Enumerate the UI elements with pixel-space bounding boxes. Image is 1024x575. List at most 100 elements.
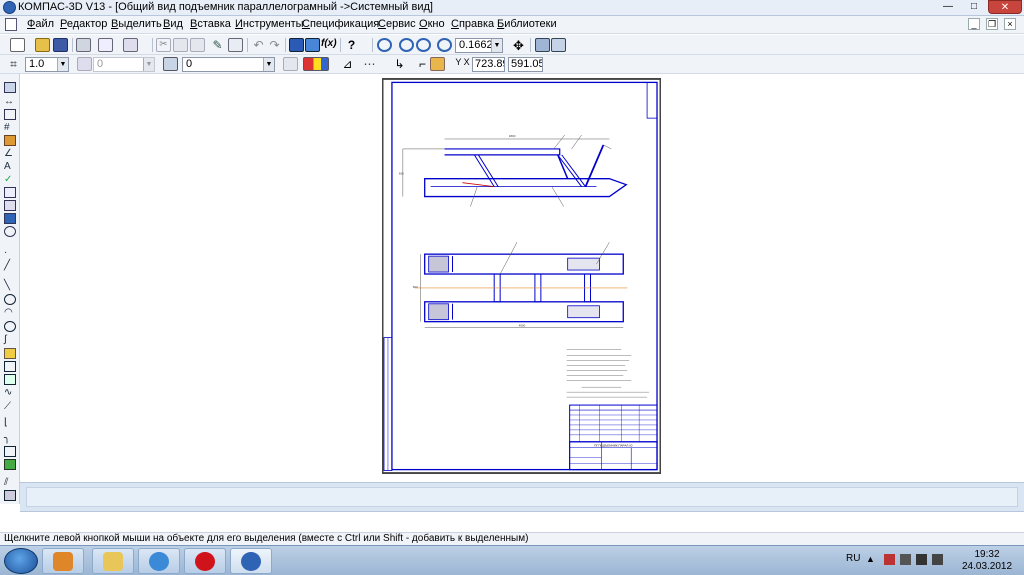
auxiliary-line-icon[interactable]: ╱	[4, 260, 16, 271]
geometry-panel-icon[interactable]	[4, 82, 16, 93]
clock[interactable]: 19:32 24.03.2012	[962, 549, 1012, 573]
kompas-app-icon[interactable]	[3, 1, 16, 14]
local-cs-icon[interactable]: ↳	[392, 57, 407, 71]
point-icon[interactable]: ·	[4, 247, 16, 258]
xy-icon[interactable]: Y X	[455, 57, 470, 71]
menu-tools[interactable]: Инструменты	[235, 18, 304, 30]
zoom-combo[interactable]: 0.1662 ▼	[455, 38, 503, 53]
chamfer-icon[interactable]: ⌊	[4, 417, 16, 428]
show-all-icon[interactable]	[535, 38, 550, 52]
coord-x-field[interactable]: 723.89	[472, 57, 505, 72]
hatch-lines-icon[interactable]: ⫽	[4, 477, 16, 488]
associative-view-icon[interactable]	[4, 187, 16, 198]
segment-icon[interactable]: ╲	[4, 280, 16, 291]
menu-editor[interactable]: Редактор	[60, 18, 107, 30]
doc-minimize-button[interactable]: _	[968, 18, 980, 30]
taskbar-opera[interactable]	[184, 548, 226, 574]
chevron-down-icon[interactable]: ▼	[57, 58, 68, 71]
grid-icon[interactable]: ⋯	[362, 57, 377, 71]
menu-file[interactable]: Файл	[27, 18, 54, 30]
open-folder-icon[interactable]	[35, 38, 50, 52]
menu-select[interactable]: Выделить	[111, 18, 162, 30]
copy-icon[interactable]	[173, 38, 188, 52]
layers-icon[interactable]	[228, 38, 243, 52]
start-button[interactable]	[4, 548, 38, 574]
chevron-down-icon[interactable]: ▼	[263, 58, 274, 71]
coord-y-field[interactable]: 591.05	[508, 57, 543, 72]
paste-icon[interactable]	[190, 38, 205, 52]
fillet-icon[interactable]: ╮	[4, 433, 16, 444]
layer-combo[interactable]: 0 ▼	[182, 57, 275, 72]
menu-help[interactable]: Справка	[451, 18, 494, 30]
menu-window[interactable]: Окно	[419, 18, 445, 30]
macro-icon[interactable]	[4, 490, 16, 501]
hatch-icon[interactable]: #	[4, 122, 16, 133]
orthogonal-icon[interactable]: ⊿	[340, 57, 355, 71]
polygon-icon[interactable]	[4, 374, 16, 385]
rectangle-icon[interactable]	[4, 361, 16, 372]
zoom-icon[interactable]	[377, 38, 392, 52]
round-icon[interactable]: ⌐	[415, 57, 430, 71]
manager-icon[interactable]	[289, 38, 304, 52]
redo-icon[interactable]: ↷	[267, 38, 282, 52]
reports-icon[interactable]	[4, 213, 16, 224]
print-icon[interactable]	[76, 38, 91, 52]
maximize-button[interactable]: □	[962, 0, 986, 14]
taskbar-kompas[interactable]	[230, 548, 272, 574]
style-icon[interactable]	[283, 57, 298, 71]
minimize-button[interactable]: —	[936, 0, 960, 14]
tray-network-icon[interactable]	[916, 554, 927, 565]
help-pointer-icon[interactable]: ?	[344, 38, 359, 52]
scale-combo[interactable]: 1.0 ▼	[25, 57, 69, 72]
drawing-sheet[interactable]: 1800 810 4500 600 ПГ.ПОДЪЕМНИК.ПАРАЛ.00	[382, 78, 661, 474]
menu-service[interactable]: Сервис	[378, 18, 416, 30]
menu-insert[interactable]: Вставка	[190, 18, 231, 30]
cut-icon[interactable]: ✂	[156, 38, 171, 52]
properties-icon[interactable]	[123, 38, 138, 52]
tray-expand-icon[interactable]: ▲	[866, 554, 877, 565]
view-combo[interactable]: 0 ▼	[93, 57, 155, 72]
color-icon[interactable]	[303, 57, 329, 71]
preview-icon[interactable]	[98, 38, 113, 52]
close-button[interactable]: ✕	[988, 0, 1022, 14]
chevron-down-icon[interactable]: ▼	[491, 39, 502, 52]
specification-icon[interactable]	[4, 200, 16, 211]
tray-device-icon[interactable]	[900, 554, 911, 565]
variables-icon[interactable]	[305, 38, 320, 52]
layer-icon[interactable]	[163, 57, 178, 71]
brush-icon[interactable]: ✎	[210, 38, 225, 52]
property-panel-content[interactable]	[26, 487, 1018, 507]
bezier-icon[interactable]: ∿	[4, 387, 16, 398]
collect-contour-icon[interactable]	[4, 459, 16, 470]
chevron-down-icon[interactable]: ▼	[143, 58, 154, 71]
dimensions-panel-icon[interactable]: ↔	[4, 96, 16, 107]
menu-specification[interactable]: Спецификация	[302, 18, 379, 30]
select-panel-icon[interactable]: ✓	[4, 174, 16, 185]
menu-libraries[interactable]: Библиотеки	[497, 18, 557, 30]
formula-icon[interactable]: f(x)	[321, 38, 337, 52]
taskbar-explorer[interactable]	[92, 548, 134, 574]
new-document-icon[interactable]	[10, 38, 25, 52]
tray-flag-icon[interactable]	[884, 554, 895, 565]
measure-icon[interactable]: A	[4, 161, 16, 172]
menu-view[interactable]: Вид	[163, 18, 183, 30]
zoom-scale-icon[interactable]	[437, 38, 452, 52]
polyline-icon[interactable]	[4, 348, 16, 359]
other-icon[interactable]	[4, 226, 16, 237]
doc-close-button[interactable]: ×	[1004, 18, 1016, 30]
doc-restore-button[interactable]: ❐	[986, 18, 998, 30]
grid-snap-icon[interactable]: ⌗	[6, 57, 21, 71]
document-icon[interactable]	[5, 18, 17, 31]
refresh-icon[interactable]	[551, 38, 566, 52]
arc-icon[interactable]: ◠	[4, 307, 16, 318]
circle-icon[interactable]	[4, 294, 16, 305]
contour-icon[interactable]	[4, 446, 16, 457]
parameterization-icon[interactable]: ∠	[4, 148, 16, 159]
pan-icon[interactable]: ✥	[511, 38, 526, 53]
spline-icon[interactable]: ∫	[4, 334, 16, 345]
taskbar-media-player[interactable]	[42, 548, 84, 574]
symbols-panel-icon[interactable]	[4, 109, 16, 120]
zoom-in-icon[interactable]	[416, 38, 431, 52]
undo-icon[interactable]: ↶	[251, 38, 266, 52]
snap-icon[interactable]	[430, 57, 445, 71]
